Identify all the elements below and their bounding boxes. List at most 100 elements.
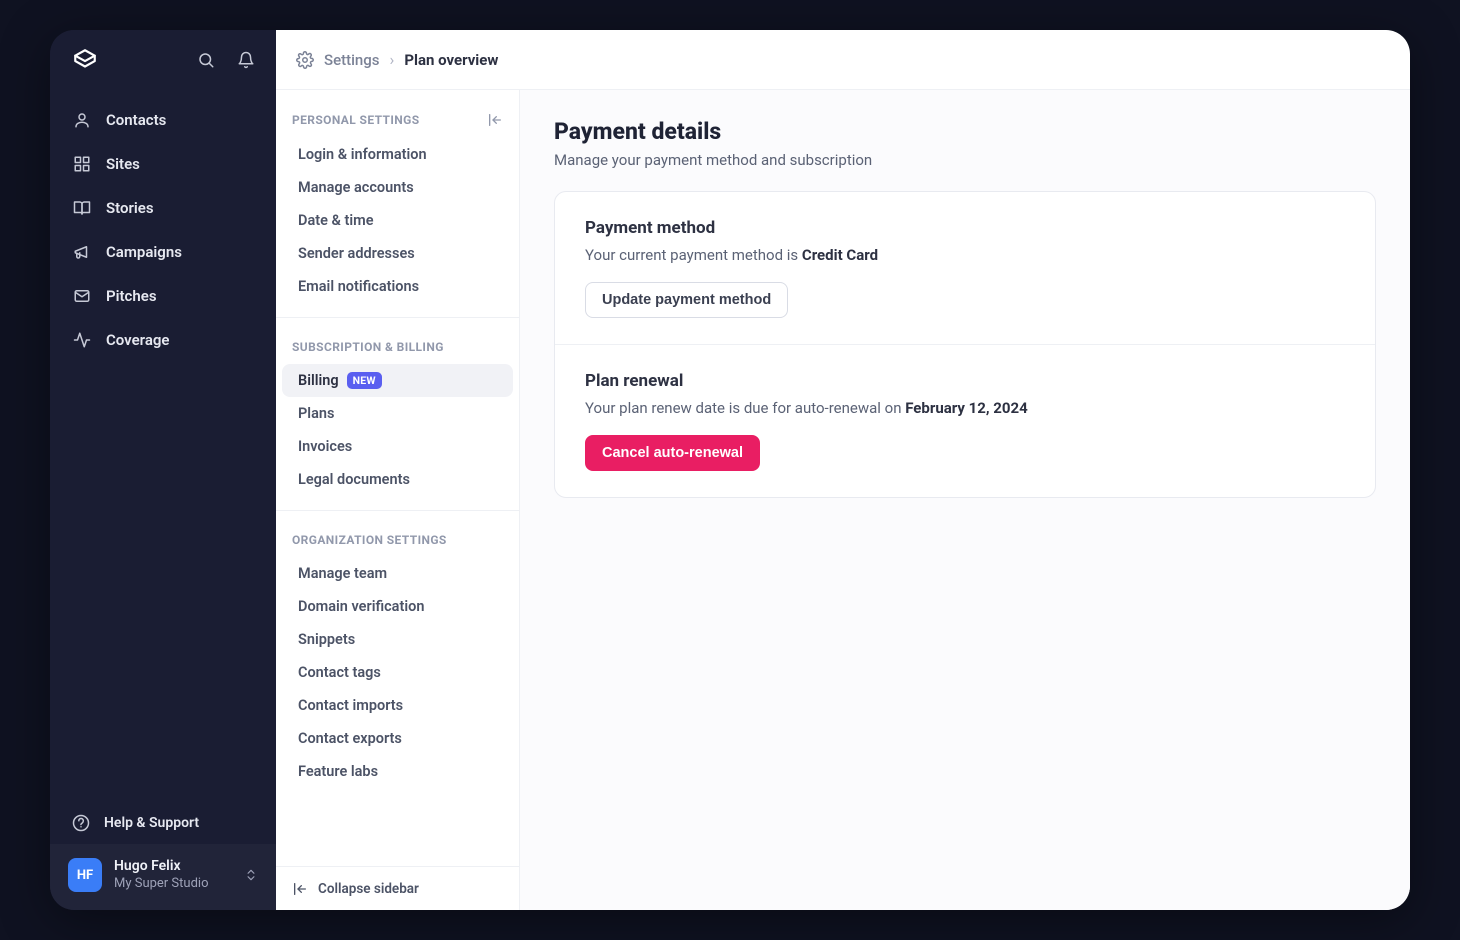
avatar: HF	[68, 858, 102, 892]
app-frame: Contacts Sites Stories Campaigns	[50, 30, 1410, 910]
user-menu[interactable]: HF Hugo Felix My Super Studio	[50, 844, 276, 910]
bell-icon[interactable]	[234, 48, 258, 72]
content-area: Settings › Plan overview PERSONAL SETTIN…	[276, 30, 1410, 910]
settings-item-date-time[interactable]: Date & time	[282, 204, 513, 237]
settings-item-domain-verification[interactable]: Domain verification	[282, 590, 513, 623]
payment-card: Payment method Your current payment meth…	[554, 191, 1376, 498]
plan-renewal-text: Your plan renew date is due for auto-ren…	[585, 399, 1345, 417]
nav-label: Sites	[106, 155, 140, 173]
user-meta: Hugo Felix My Super Studio	[114, 858, 232, 892]
section-head-personal: PERSONAL SETTINGS	[276, 90, 519, 138]
settings-item-label: Legal documents	[298, 471, 410, 488]
button-label: Cancel auto-renewal	[602, 445, 743, 461]
settings-item-label: Snippets	[298, 631, 355, 648]
plan-renewal-date: February 12, 2024	[905, 399, 1028, 417]
settings-item-label: Domain verification	[298, 598, 424, 615]
payment-method-heading: Payment method	[585, 218, 1345, 238]
primary-sidebar: Contacts Sites Stories Campaigns	[50, 30, 276, 910]
nav-label: Pitches	[106, 287, 157, 305]
settings-item-manage-accounts[interactable]: Manage accounts	[282, 171, 513, 204]
nav-label: Contacts	[106, 111, 166, 129]
collapse-sidebar-button[interactable]: Collapse sidebar	[276, 866, 519, 910]
settings-item-label: Manage accounts	[298, 179, 414, 196]
update-payment-method-button[interactable]: Update payment method	[585, 282, 788, 318]
settings-item-label: Feature labs	[298, 763, 378, 780]
user-icon	[72, 110, 92, 130]
payment-method-section: Payment method Your current payment meth…	[555, 192, 1375, 344]
nav-item-campaigns[interactable]: Campaigns	[60, 232, 266, 272]
settings-item-contact-tags[interactable]: Contact tags	[282, 656, 513, 689]
settings-item-label: Manage team	[298, 565, 387, 582]
settings-item-invoices[interactable]: Invoices	[282, 430, 513, 463]
section-title: ORGANIZATION SETTINGS	[292, 533, 447, 547]
settings-item-label: Date & time	[298, 212, 374, 229]
settings-item-label: Plans	[298, 405, 334, 422]
plan-renewal-section: Plan renewal Your plan renew date is due…	[555, 344, 1375, 497]
section-title: PERSONAL SETTINGS	[292, 113, 420, 127]
payment-method-text-prefix: Your current payment method is	[585, 246, 802, 264]
nav-item-coverage[interactable]: Coverage	[60, 320, 266, 360]
settings-item-billing[interactable]: Billing NEW	[282, 364, 513, 397]
settings-item-label: Contact imports	[298, 697, 403, 714]
help-label: Help & Support	[104, 815, 199, 831]
settings-item-label: Email notifications	[298, 278, 419, 295]
payment-method-value: Credit Card	[802, 246, 878, 264]
mail-icon	[72, 286, 92, 306]
section-head-organization: ORGANIZATION SETTINGS	[276, 511, 519, 557]
settings-item-contact-exports[interactable]: Contact exports	[282, 722, 513, 755]
chevron-updown-icon	[244, 868, 258, 882]
page-subtitle: Manage your payment method and subscript…	[554, 151, 1376, 169]
logo-icon[interactable]	[72, 47, 98, 73]
breadcrumb-root[interactable]: Settings	[324, 51, 380, 69]
help-support-link[interactable]: Help & Support	[50, 802, 276, 844]
user-org: My Super Studio	[114, 876, 232, 892]
collapse-left-icon	[292, 881, 308, 897]
settings-item-snippets[interactable]: Snippets	[282, 623, 513, 656]
cancel-auto-renewal-button[interactable]: Cancel auto-renewal	[585, 435, 760, 471]
settings-item-email-notifications[interactable]: Email notifications	[282, 270, 513, 303]
book-icon	[72, 198, 92, 218]
settings-item-label: Invoices	[298, 438, 352, 455]
payment-method-text: Your current payment method is Credit Ca…	[585, 246, 1345, 264]
nav-label: Stories	[106, 199, 154, 217]
help-icon	[72, 814, 90, 832]
breadcrumb-current: Plan overview	[404, 51, 498, 69]
nav-item-pitches[interactable]: Pitches	[60, 276, 266, 316]
grid-icon	[72, 154, 92, 174]
settings-item-feature-labs[interactable]: Feature labs	[282, 755, 513, 788]
settings-item-sender-addresses[interactable]: Sender addresses	[282, 237, 513, 270]
settings-item-label: Billing	[298, 372, 339, 389]
primary-nav: Contacts Sites Stories Campaigns	[50, 90, 276, 364]
nav-item-sites[interactable]: Sites	[60, 144, 266, 184]
settings-item-label: Contact tags	[298, 664, 381, 681]
user-name: Hugo Felix	[114, 858, 232, 876]
nav-item-contacts[interactable]: Contacts	[60, 100, 266, 140]
new-badge: NEW	[347, 372, 382, 389]
activity-icon	[72, 330, 92, 350]
page-title: Payment details	[554, 118, 1376, 145]
settings-item-contact-imports[interactable]: Contact imports	[282, 689, 513, 722]
settings-item-label: Login & information	[298, 146, 427, 163]
gear-icon	[296, 51, 314, 69]
search-icon[interactable]	[194, 48, 218, 72]
main-content: Payment details Manage your payment meth…	[520, 90, 1410, 910]
megaphone-icon	[72, 242, 92, 262]
settings-sidebar: PERSONAL SETTINGS Login & information Ma…	[276, 90, 520, 910]
plan-renewal-text-prefix: Your plan renew date is due for auto-ren…	[585, 399, 905, 417]
nav-item-stories[interactable]: Stories	[60, 188, 266, 228]
section-head-subscription: SUBSCRIPTION & BILLING	[276, 318, 519, 364]
collapse-panel-icon[interactable]	[487, 112, 503, 128]
settings-item-manage-team[interactable]: Manage team	[282, 557, 513, 590]
topbar: Settings › Plan overview	[276, 30, 1410, 90]
settings-item-label: Contact exports	[298, 730, 402, 747]
section-title: SUBSCRIPTION & BILLING	[292, 340, 444, 354]
settings-item-legal-documents[interactable]: Legal documents	[282, 463, 513, 496]
chevron-right-icon: ›	[390, 50, 395, 69]
nav-label: Coverage	[106, 331, 169, 349]
settings-item-login-info[interactable]: Login & information	[282, 138, 513, 171]
settings-item-plans[interactable]: Plans	[282, 397, 513, 430]
nav-label: Campaigns	[106, 243, 182, 261]
plan-renewal-heading: Plan renewal	[585, 371, 1345, 391]
settings-item-label: Sender addresses	[298, 245, 415, 262]
button-label: Update payment method	[602, 292, 771, 308]
